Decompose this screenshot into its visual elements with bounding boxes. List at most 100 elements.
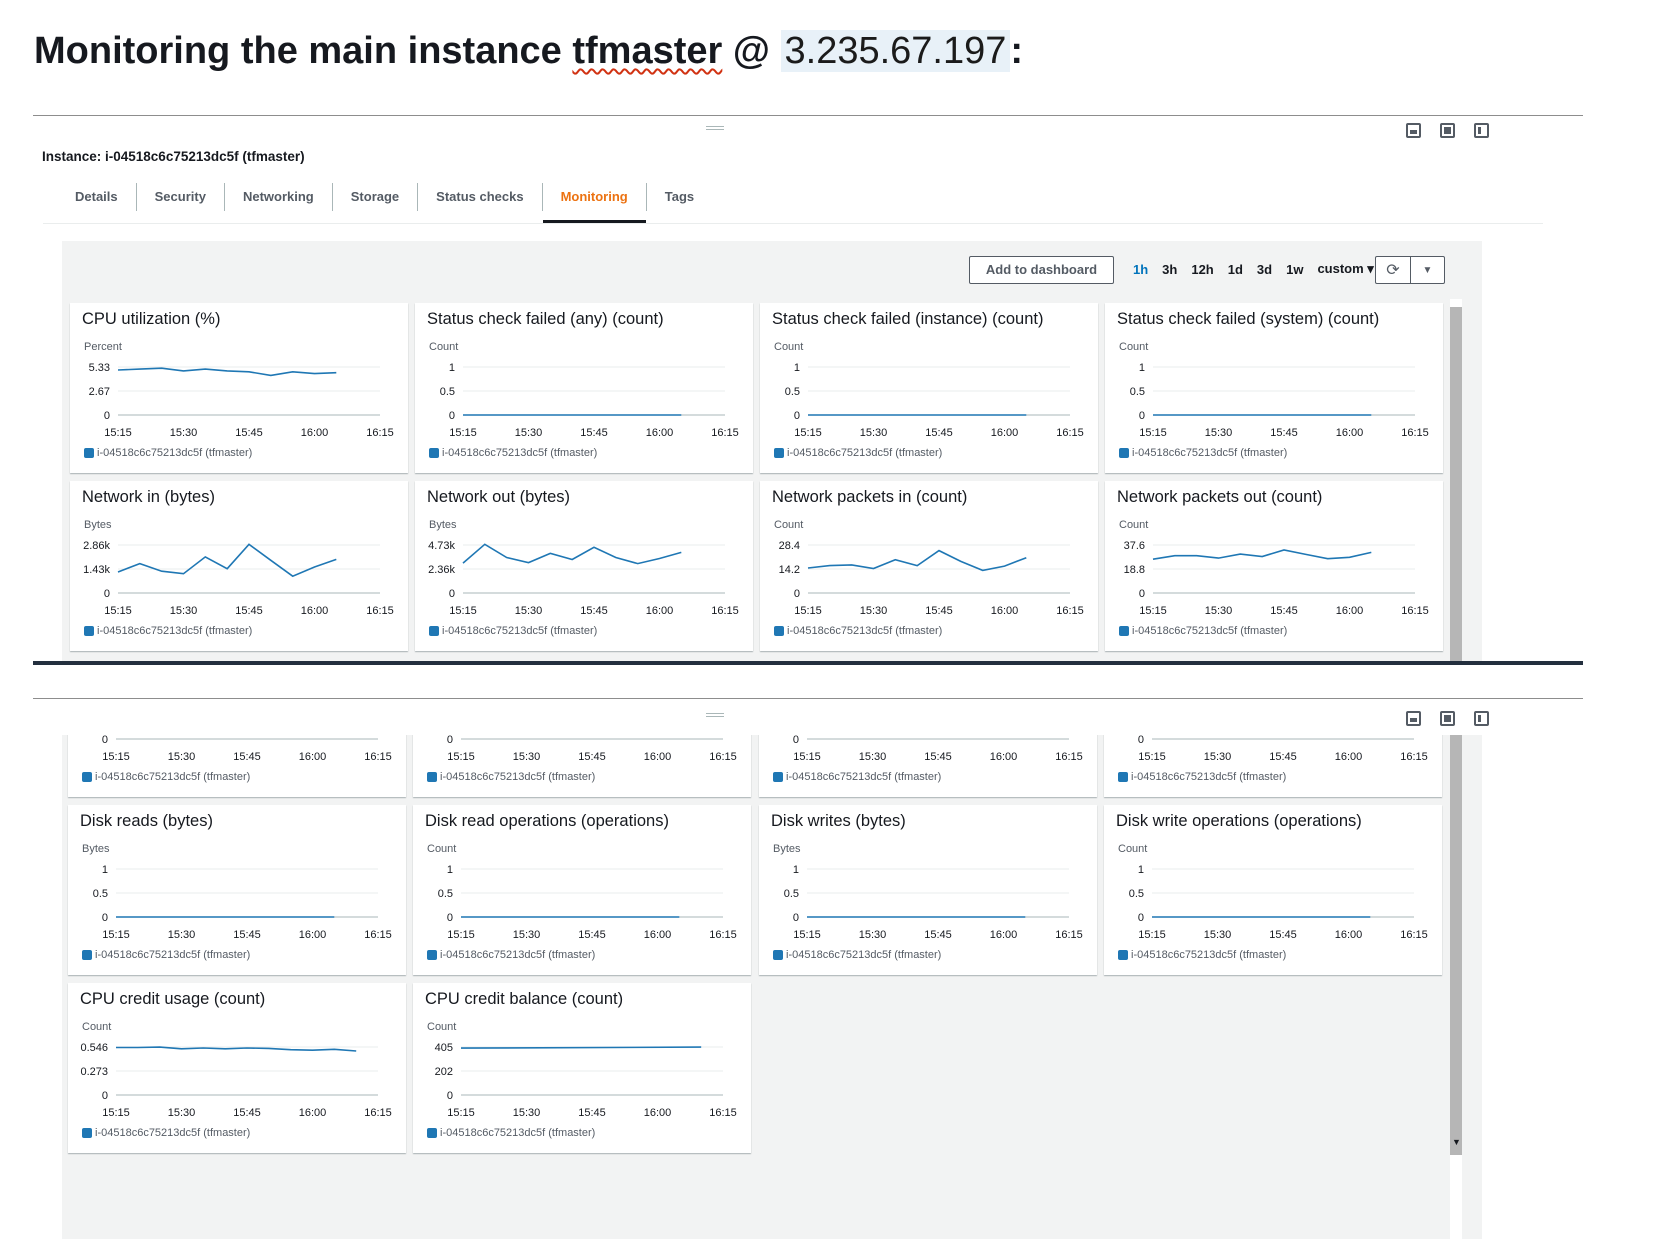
legend-label: i-04518c6c75213dc5f (tfmaster) — [97, 625, 253, 637]
chart-legend[interactable]: i-04518c6c75213dc5f (tfmaster) — [1119, 447, 1287, 459]
y-tick-label: 0 — [102, 734, 108, 746]
x-tick-label: 16:15 — [711, 427, 739, 439]
chart-widget-scf_any[interactable]: Status check failed (any) (count) Count 1 0… — [415, 303, 753, 473]
panel-resize-handle-2[interactable] — [706, 713, 724, 717]
range-3d[interactable]: 3d — [1257, 262, 1272, 277]
legend-swatch — [1119, 626, 1129, 636]
chart-title: Disk reads (bytes) — [80, 812, 213, 830]
chart-legend[interactable]: i-04518c6c75213dc5f (tfmaster) — [773, 949, 941, 961]
chart-widget-scf_instance[interactable]: Status check failed (instance) (count) Co… — [760, 303, 1098, 473]
chart-widget-pkts_out[interactable]: Network packets out (count) Count 37.6 18.8… — [1105, 481, 1443, 651]
chart-widget-pkts_in[interactable]: Network packets in (count) Count 28.4 14.2 0… — [760, 481, 1098, 651]
panel-bottom-icon[interactable] — [1406, 711, 1421, 726]
panel-bottom-icon[interactable] — [1406, 123, 1421, 138]
tab-details[interactable]: Details — [57, 183, 137, 211]
panel-side-icon[interactable] — [1474, 711, 1489, 726]
chart-widget-cpu_credit_balance[interactable]: CPU credit balance (count) Count 405 202 0 15… — [413, 983, 751, 1153]
range-3h[interactable]: 3h — [1162, 262, 1177, 277]
chart-plot: 1 0.5 0 15:15 15:30 15:45 16:00 16:15 — [784, 864, 1083, 941]
x-tick-label: 15:45 — [1270, 427, 1298, 439]
chart-plot: 1 0.5 0 15:15 15:30 15:45 16:00 16:15 — [438, 864, 737, 941]
x-tick-label: 16:00 — [990, 751, 1018, 763]
tab-storage[interactable]: Storage — [333, 183, 419, 211]
chart-y-unit: Bytes — [84, 519, 112, 531]
chart-legend[interactable]: i-04518c6c75213dc5f (tfmaster) — [429, 447, 597, 459]
x-tick-label: 15:15 — [449, 605, 477, 617]
x-tick-label: 15:45 — [233, 929, 261, 941]
chart-y-unit: Count — [82, 1021, 112, 1033]
chart-widget-scf_system[interactable]: Status check failed (system) (count) Coun… — [1105, 303, 1443, 473]
refresh-icon[interactable]: ⟳ — [1376, 257, 1410, 283]
tab-security[interactable]: Security — [137, 183, 225, 211]
monitoring-scrollbar-2[interactable] — [1450, 735, 1462, 1239]
scrollbar-thumb-2[interactable] — [1450, 735, 1462, 1155]
range-12h[interactable]: 12h — [1191, 262, 1213, 277]
tab-tags[interactable]: Tags — [647, 183, 712, 211]
panel-maximize-icon[interactable] — [1440, 123, 1455, 138]
chart-legend[interactable]: i-04518c6c75213dc5f (tfmaster) — [82, 1127, 250, 1139]
panel-resize-handle[interactable] — [706, 126, 724, 130]
monitoring-area-scrolled: Network in (bytes)Bytes2.86k1.43k015:151… — [62, 699, 1482, 1239]
x-tick-label: 15:30 — [513, 1107, 541, 1119]
x-tick-label: 16:00 — [991, 605, 1019, 617]
y-tick-label: 0 — [1139, 410, 1145, 422]
y-tick-label: 14.2 — [779, 564, 800, 576]
legend-label: i-04518c6c75213dc5f (tfmaster) — [95, 949, 251, 961]
chart-legend[interactable]: i-04518c6c75213dc5f (tfmaster) — [773, 771, 941, 783]
console-panel-top: Instance: i-04518c6c75213dc5f (tfmaster)… — [33, 115, 1583, 665]
chart-widget-net_out[interactable]: Network out (bytes) Bytes 4.73k 2.36k 0 15:15… — [415, 481, 753, 651]
chart-legend[interactable]: i-04518c6c75213dc5f (tfmaster) — [1118, 949, 1286, 961]
legend-label: i-04518c6c75213dc5f (tfmaster) — [442, 625, 598, 637]
panel-maximize-icon[interactable] — [1440, 711, 1455, 726]
x-tick-label: 16:15 — [364, 751, 392, 763]
chart-legend[interactable]: i-04518c6c75213dc5f (tfmaster) — [774, 625, 942, 637]
chart-legend[interactable]: i-04518c6c75213dc5f (tfmaster) — [774, 447, 942, 459]
legend-swatch — [1119, 448, 1129, 458]
y-tick-label: 0 — [449, 410, 455, 422]
x-tick-label: 16:00 — [646, 605, 674, 617]
chart-legend[interactable]: i-04518c6c75213dc5f (tfmaster) — [427, 771, 595, 783]
range-custom[interactable]: custom ▾ — [1317, 261, 1373, 277]
chart-widget-disk_reads[interactable]: Disk reads (bytes) Bytes 1 0.5 0 15:15 15:30 15… — [68, 805, 406, 975]
y-tick-label: 0 — [447, 1090, 453, 1102]
chart-widget-cpu[interactable]: CPU utilization (%) Percent 5.33 2.67 0 15:15… — [70, 303, 408, 473]
y-tick-label: 0 — [447, 734, 453, 746]
x-tick-label: 16:00 — [1336, 605, 1364, 617]
chart-widget-cpu_credit_usage[interactable]: CPU credit usage (count) Count 0.546 0.273 0… — [68, 983, 406, 1153]
chart-legend[interactable]: i-04518c6c75213dc5f (tfmaster) — [1119, 625, 1287, 637]
legend-label: i-04518c6c75213dc5f (tfmaster) — [95, 771, 251, 783]
tab-status-checks[interactable]: Status checks — [418, 183, 543, 211]
x-tick-label: 15:45 — [925, 605, 953, 617]
chart-legend[interactable]: i-04518c6c75213dc5f (tfmaster) — [427, 949, 595, 961]
legend-swatch — [427, 1128, 437, 1138]
x-tick-label: 15:15 — [447, 929, 475, 941]
chart-legend[interactable]: i-04518c6c75213dc5f (tfmaster) — [427, 1127, 595, 1139]
x-tick-label: 16:00 — [991, 427, 1019, 439]
heading-suffix: : — [1010, 30, 1024, 72]
scrollbar-thumb[interactable] — [1450, 307, 1462, 661]
x-tick-label: 15:15 — [793, 751, 821, 763]
chart-legend[interactable]: i-04518c6c75213dc5f (tfmaster) — [82, 949, 250, 961]
x-tick-label: 15:15 — [104, 427, 132, 439]
chart-widget-net_in[interactable]: Network in (bytes) Bytes 2.86k 1.43k 0 15:15 1… — [70, 481, 408, 651]
chart-legend[interactable]: i-04518c6c75213dc5f (tfmaster) — [429, 625, 597, 637]
range-1h[interactable]: 1h — [1133, 262, 1148, 277]
add-to-dashboard-button[interactable]: Add to dashboard — [969, 256, 1114, 284]
chart-legend[interactable]: i-04518c6c75213dc5f (tfmaster) — [84, 447, 252, 459]
caret-down-icon[interactable]: ▼ — [1410, 257, 1444, 283]
chart-widget-disk_read_ops[interactable]: Disk read operations (operations) Count 1 0… — [413, 805, 751, 975]
scroll-down-arrow-icon[interactable]: ▼ — [1452, 1137, 1461, 1147]
chart-legend[interactable]: i-04518c6c75213dc5f (tfmaster) — [82, 771, 250, 783]
range-1w[interactable]: 1w — [1286, 262, 1303, 277]
chart-widget-disk_writes[interactable]: Disk writes (bytes) Bytes 1 0.5 0 15:15 15:30 1… — [759, 805, 1097, 975]
chart-widget-disk_write_ops[interactable]: Disk write operations (operations) Count 1… — [1104, 805, 1442, 975]
monitoring-scrollbar[interactable] — [1450, 299, 1462, 661]
x-tick-label: 15:15 — [1138, 751, 1166, 763]
legend-label: i-04518c6c75213dc5f (tfmaster) — [1132, 625, 1288, 637]
chart-legend[interactable]: i-04518c6c75213dc5f (tfmaster) — [84, 625, 252, 637]
range-1d[interactable]: 1d — [1228, 262, 1243, 277]
panel-side-icon[interactable] — [1474, 123, 1489, 138]
chart-legend[interactable]: i-04518c6c75213dc5f (tfmaster) — [1118, 771, 1286, 783]
tab-monitoring[interactable]: Monitoring — [542, 183, 647, 223]
tab-networking[interactable]: Networking — [225, 183, 333, 211]
